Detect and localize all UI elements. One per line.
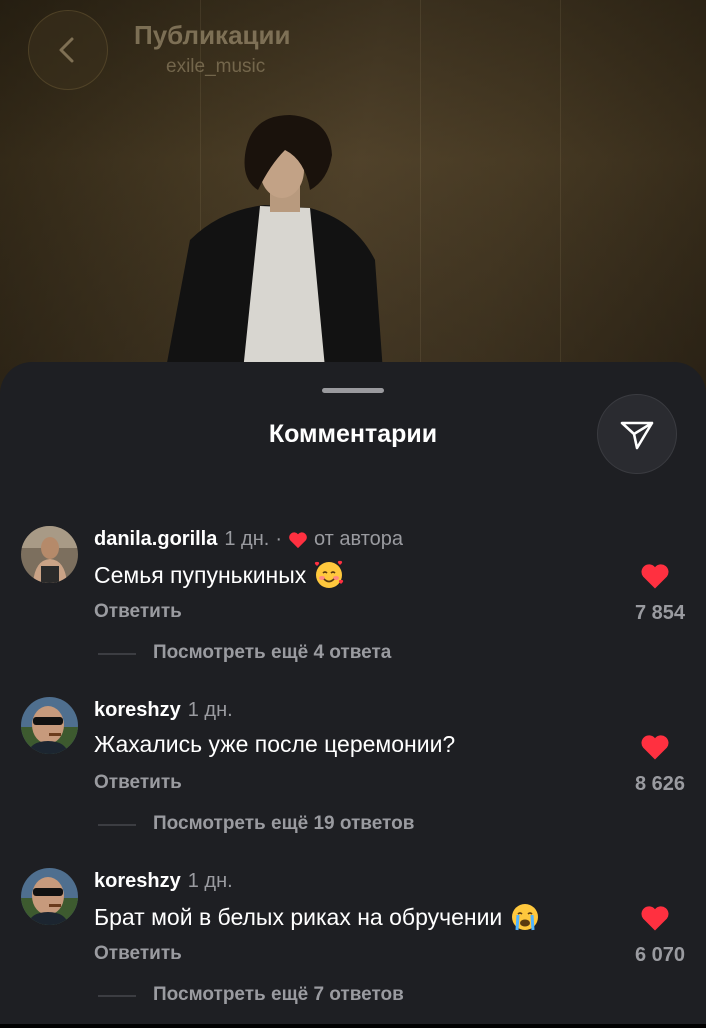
like-heart-icon[interactable]: [640, 562, 670, 590]
avatar[interactable]: [21, 697, 78, 754]
loudly-crying-face-emoji: [512, 904, 539, 931]
top-bar: Публикации exile_music: [0, 0, 706, 110]
reply-button[interactable]: Ответить: [94, 772, 182, 794]
username[interactable]: koreshzy: [94, 699, 181, 722]
like-heart-icon[interactable]: [640, 904, 670, 932]
send-icon: [620, 421, 654, 450]
comments-sheet: Комментарии danila.gorilla 1 дн. · от ав…: [0, 362, 706, 1024]
view-replies-button[interactable]: Посмотреть ещё 4 ответа: [153, 642, 391, 664]
like-count: 7 854: [634, 602, 685, 624]
comment-meta: danila.gorilla 1 дн. · от автора: [94, 528, 403, 551]
replies-divider: [98, 653, 136, 655]
reply-button[interactable]: Ответить: [94, 943, 182, 965]
heart-icon: [289, 531, 307, 548]
comment-text: Жахались уже после церемонии?: [94, 731, 456, 757]
separator: ·: [275, 528, 282, 550]
comment-text: Брат мой в белых риках на обручении: [94, 903, 503, 930]
timestamp: 1 дн.: [187, 699, 233, 721]
comment-item: danila.gorilla 1 дн. · от автора Семья п…: [0, 526, 706, 686]
comment-text-row: Семья пупунькиных: [94, 560, 344, 590]
username[interactable]: koreshzy: [94, 870, 181, 893]
sheet-grabber[interactable]: [322, 388, 384, 393]
comment-meta: koreshzy 1 дн.: [94, 870, 233, 893]
like-count: 6 070: [634, 944, 685, 966]
reply-button[interactable]: Ответить: [94, 601, 182, 623]
page-subtitle[interactable]: exile_music: [166, 56, 265, 78]
timestamp: 1 дн.: [224, 528, 270, 550]
share-button[interactable]: [597, 394, 677, 474]
username[interactable]: danila.gorilla: [94, 528, 217, 551]
like-heart-icon[interactable]: [640, 733, 670, 761]
replies-divider: [98, 995, 136, 997]
avatar[interactable]: [21, 868, 78, 925]
comment-meta: koreshzy 1 дн.: [94, 699, 233, 722]
view-replies-button[interactable]: Посмотреть ещё 7 ответов: [153, 984, 404, 1006]
timestamp: 1 дн.: [187, 870, 233, 892]
replies-divider: [98, 824, 136, 826]
comment-item: koreshzy 1 дн. Брат мой в белых риках на…: [0, 868, 706, 1028]
page-title: Публикации: [134, 20, 291, 50]
avatar[interactable]: [21, 526, 78, 583]
comment-text-row: Брат мой в белых риках на обручении: [94, 902, 540, 932]
comment-text: Семья пупунькиных: [94, 561, 307, 588]
chevron-left-icon: [59, 37, 74, 63]
like-count: 8 626: [634, 773, 685, 795]
back-button[interactable]: [28, 10, 108, 90]
comment-item: koreshzy 1 дн. Жахались уже после церемо…: [0, 697, 706, 857]
smiling-face-with-hearts-emoji: [315, 560, 344, 588]
author-like-badge: от автора: [313, 528, 403, 550]
comment-text-row: Жахались уже после церемонии?: [94, 731, 455, 758]
person-figure: [160, 115, 385, 400]
view-replies-button[interactable]: Посмотреть ещё 19 ответов: [153, 813, 414, 835]
